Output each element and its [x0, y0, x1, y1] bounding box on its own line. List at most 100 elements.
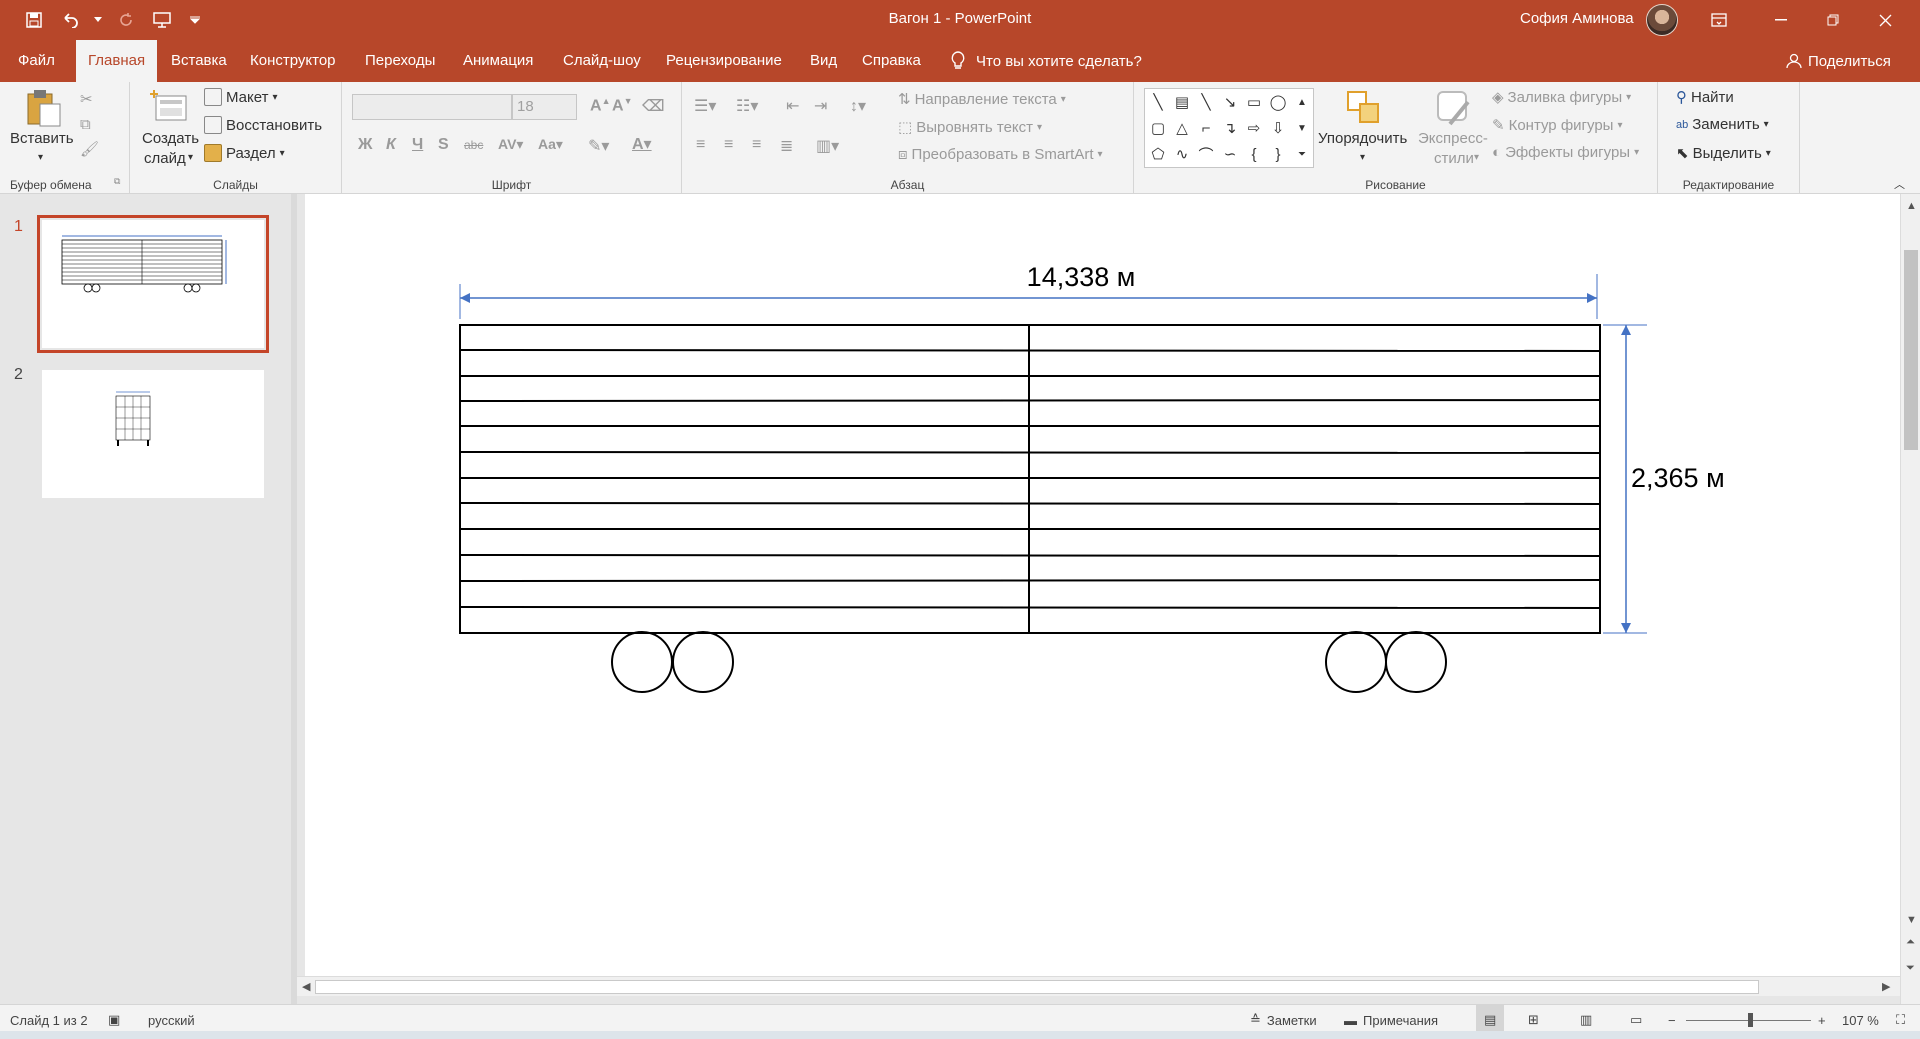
height-label[interactable]: 2,365 м — [1631, 463, 1725, 493]
columns-icon[interactable]: ▥▾ — [816, 136, 839, 156]
font-size-combo[interactable]: 18 — [512, 94, 577, 120]
next-slide-icon[interactable]: ⏷ — [1906, 962, 1915, 975]
shape-outline-button[interactable]: ✎ Контур фигуры ▾ — [1492, 116, 1623, 135]
line-spacing-icon[interactable]: ↕▾ — [850, 96, 866, 116]
cut-icon[interactable]: ✂ — [80, 90, 93, 108]
width-label[interactable]: 14,338 м — [1027, 262, 1136, 292]
change-case-icon[interactable]: Aa▾ — [538, 136, 563, 153]
arc-shape-icon[interactable]: ⌒ — [1195, 143, 1217, 165]
tab-design[interactable]: Конструктор — [246, 40, 340, 82]
ribbon-display-icon[interactable] — [1696, 0, 1742, 40]
scroll-down-icon[interactable]: ▼ — [1906, 914, 1917, 926]
new-slide-icon[interactable] — [150, 88, 190, 128]
horizontal-scrollbar[interactable]: ◀ ▶ — [297, 976, 1900, 996]
align-text-button[interactable]: ⬚ Выровнять текст ▾ — [898, 118, 1042, 137]
replace-button[interactable]: ab Заменить ▾ — [1676, 116, 1769, 133]
gallery-more-icon[interactable]: ⏷ — [1291, 143, 1313, 165]
dialog-launcher-icon[interactable]: ⧉ — [114, 176, 120, 187]
scroll-right-icon[interactable]: ▶ — [1882, 980, 1890, 993]
arrange-dropdown-icon[interactable]: ▾ — [1360, 152, 1365, 163]
strikethrough-icon[interactable]: abc — [464, 138, 483, 152]
curve-shape-icon[interactable]: ∽ — [1219, 143, 1241, 165]
minimize-icon[interactable] — [1758, 0, 1804, 40]
layout-button[interactable]: Макет ▾ — [204, 88, 277, 106]
scroll-up-icon[interactable]: ▲ — [1906, 200, 1917, 212]
section-button[interactable]: Раздел ▾ — [204, 144, 285, 162]
collapse-ribbon-icon[interactable]: ︿ — [1894, 176, 1905, 192]
tab-review[interactable]: Рецензирование — [662, 40, 786, 82]
bullets-icon[interactable]: ☰▾ — [694, 96, 716, 116]
user-name[interactable]: София Аминова — [1520, 10, 1634, 27]
tab-view[interactable]: Вид — [806, 40, 841, 82]
align-right-icon[interactable]: ≡ — [752, 136, 761, 154]
arrange-label[interactable]: Упорядочить — [1318, 130, 1407, 147]
vertical-scrollbar[interactable]: ▲ ▼ ⏶ ⏷ — [1900, 194, 1920, 1004]
tab-animations[interactable]: Анимация — [459, 40, 537, 82]
font-color-icon[interactable]: A▾ — [632, 134, 652, 154]
tab-transitions[interactable]: Переходы — [361, 40, 439, 82]
slide-canvas[interactable]: 14,338 м 2,365 м — [305, 194, 1900, 976]
horizontal-scroll-thumb[interactable] — [315, 980, 1759, 994]
shape-effects-button[interactable]: ◐ Эффекты фигуры ▾ — [1492, 144, 1639, 161]
font-name-combo[interactable] — [352, 94, 512, 120]
scroll-left-icon[interactable]: ◀ — [302, 980, 310, 993]
share-button[interactable]: Поделиться — [1786, 40, 1891, 82]
smartart-button[interactable]: ⧈ Преобразовать в SmartArt ▾ — [898, 146, 1103, 163]
numbering-icon[interactable]: ☷▾ — [736, 96, 758, 116]
quick-styles-label-2[interactable]: стили — [1434, 150, 1474, 167]
decrease-indent-icon[interactable]: ⇤ — [786, 96, 799, 116]
justify-icon[interactable]: ≣ — [780, 136, 793, 156]
find-button[interactable]: ⚲ Найти — [1676, 88, 1734, 107]
line-shape-icon[interactable]: ╲ — [1147, 91, 1169, 113]
quick-styles-label-1[interactable]: Экспресс- — [1418, 130, 1488, 147]
highlight-icon[interactable]: ✎▾ — [588, 136, 609, 156]
arrange-icon[interactable] — [1344, 88, 1384, 128]
rectangle-shape-icon[interactable]: ▭ — [1243, 91, 1265, 113]
tab-insert[interactable]: Вставка — [167, 40, 231, 82]
paste-dropdown-icon[interactable]: ▾ — [38, 152, 43, 163]
clear-formatting-icon[interactable]: ⌫ — [642, 96, 665, 116]
elbow-connector-icon[interactable]: ⌐ — [1195, 117, 1217, 139]
previous-slide-icon[interactable]: ⏶ — [1906, 936, 1915, 949]
shape-fill-button[interactable]: ◈ Заливка фигуры ▾ — [1492, 88, 1631, 107]
tell-me-search[interactable]: Что вы хотите сделать? — [950, 40, 1142, 82]
shapes-gallery[interactable]: ╲ ▤ ╲ ↘ ▭ ◯ ▢ △ ⌐ ↴ ⇨ ⇩ ⬠ ∿ ⌒ ∽ { } ▲ ▼ — [1144, 88, 1314, 168]
wheel[interactable] — [1385, 631, 1447, 693]
character-spacing-icon[interactable]: AV▾ — [498, 136, 523, 153]
align-left-icon[interactable]: ≡ — [696, 136, 705, 154]
wheel[interactable] — [672, 631, 734, 693]
copy-icon[interactable]: ⧉ — [80, 116, 91, 133]
paste-button[interactable]: Вставить — [10, 130, 74, 147]
vertical-scroll-thumb[interactable] — [1904, 250, 1918, 450]
format-painter-icon[interactable]: 🖌 — [80, 140, 99, 158]
grow-font-icon[interactable]: A▲ — [590, 96, 610, 115]
tab-help[interactable]: Справка — [858, 40, 925, 82]
slide-thumbnail-2[interactable] — [42, 370, 264, 498]
quick-styles-icon[interactable] — [1434, 88, 1474, 128]
underline-icon[interactable]: Ч — [412, 136, 423, 154]
right-brace-icon[interactable]: } — [1267, 143, 1289, 165]
gallery-down-icon[interactable]: ▼ — [1291, 117, 1313, 139]
right-arrow-shape-icon[interactable]: ⇨ — [1243, 117, 1265, 139]
text-direction-button[interactable]: ⇅ Направление текста ▾ — [898, 90, 1066, 109]
new-slide-dropdown-icon[interactable]: ▾ — [188, 152, 193, 163]
wheel[interactable] — [611, 631, 673, 693]
new-slide-label-2[interactable]: слайд — [144, 150, 186, 167]
oval-shape-icon[interactable]: ◯ — [1267, 91, 1289, 113]
italic-icon[interactable]: К — [386, 136, 396, 154]
triangle-shape-icon[interactable]: △ — [1171, 117, 1193, 139]
arrow-line-shape-icon[interactable]: ↘ — [1219, 91, 1241, 113]
new-slide-label-1[interactable]: Создать — [142, 130, 199, 147]
textbox-shape-icon[interactable]: ▤ — [1171, 91, 1193, 113]
slide-thumbnail-1[interactable] — [37, 215, 269, 353]
tab-file[interactable]: Файл — [14, 40, 59, 82]
zoom-slider-knob[interactable] — [1748, 1013, 1753, 1027]
paste-icon[interactable] — [24, 88, 64, 128]
rounded-rect-shape-icon[interactable]: ▢ — [1147, 117, 1169, 139]
restore-icon[interactable] — [1810, 0, 1856, 40]
gallery-up-icon[interactable]: ▲ — [1291, 91, 1313, 113]
tab-slideshow[interactable]: Слайд-шоу — [559, 40, 645, 82]
avatar[interactable] — [1646, 4, 1678, 36]
align-center-icon[interactable]: ≡ — [724, 136, 733, 154]
left-brace-icon[interactable]: { — [1243, 143, 1265, 165]
